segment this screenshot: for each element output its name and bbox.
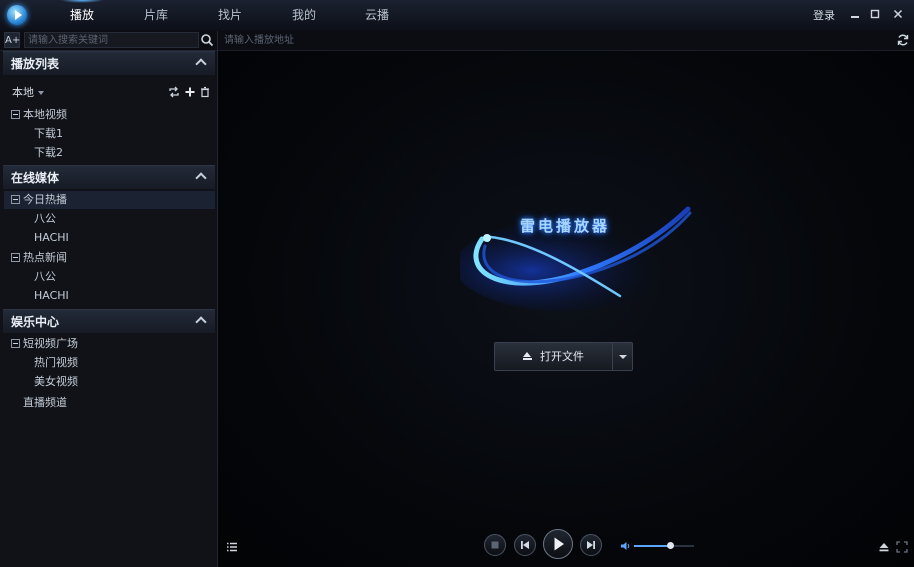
source-label: 本地: [12, 86, 34, 99]
tree-group-label: 短视频广场: [23, 337, 78, 350]
fullscreen-icon[interactable]: [896, 541, 908, 553]
volume-level: [634, 545, 670, 547]
list-item[interactable]: HACHI: [34, 287, 204, 305]
sidebar-search-bar: A+: [0, 31, 217, 51]
chevron-down-icon: [38, 91, 44, 95]
collapse-icon[interactable]: [11, 109, 20, 119]
source-dropdown[interactable]: 本地: [12, 84, 44, 102]
tree-group-label: 热点新闻: [23, 251, 67, 264]
video-area[interactable]: 雷电播放器 打开文件: [218, 51, 914, 567]
address-bar: [218, 31, 914, 51]
play-button[interactable]: [543, 529, 573, 559]
next-button[interactable]: [580, 534, 602, 556]
search-input[interactable]: [24, 32, 199, 48]
collapse-icon[interactable]: [11, 252, 20, 262]
tab-library[interactable]: 片库: [126, 0, 186, 31]
close-icon[interactable]: [891, 6, 905, 24]
title-bar: 播放 片库 找片 我的 云播 登录: [0, 0, 914, 32]
eject-icon[interactable]: [878, 541, 890, 553]
open-file-button-group: 打开文件: [494, 342, 633, 371]
previous-button[interactable]: [514, 534, 536, 556]
playlist-toggle-icon[interactable]: [226, 541, 238, 553]
play-icon: [554, 537, 564, 551]
font-size-button[interactable]: A+: [4, 32, 20, 48]
collapse-icon[interactable]: [11, 194, 20, 204]
brand-title: 雷电播放器: [520, 217, 611, 235]
minimize-icon[interactable]: [848, 6, 862, 24]
open-file-label: 打开文件: [540, 350, 584, 363]
chevron-up-icon[interactable]: [195, 316, 207, 328]
section-title: 娱乐中心: [11, 315, 60, 329]
tree-group-local-video[interactable]: 本地视频: [11, 106, 211, 124]
section-header-playlist[interactable]: 播放列表: [3, 51, 215, 75]
tab-find[interactable]: 找片: [200, 0, 260, 31]
stop-button[interactable]: [484, 534, 506, 556]
list-item[interactable]: 下载1: [34, 125, 204, 143]
list-item[interactable]: 下载2: [34, 144, 204, 162]
open-file-dropdown[interactable]: [612, 343, 633, 370]
stop-icon: [491, 541, 499, 549]
eject-icon: [523, 352, 532, 360]
tree-group-today-hot[interactable]: 今日热播: [4, 191, 215, 209]
login-button[interactable]: 登录: [806, 0, 842, 31]
tree-group-short-video[interactable]: 短视频广场: [11, 335, 211, 353]
next-icon: [587, 541, 595, 549]
section-title: 在线媒体: [11, 171, 60, 185]
list-item[interactable]: 八公: [34, 210, 204, 228]
tree-group-label: 本地视频: [23, 108, 67, 121]
previous-icon: [521, 541, 529, 549]
list-item[interactable]: 美女视频: [34, 373, 204, 391]
maximize-icon[interactable]: [868, 6, 882, 24]
tab-cloud[interactable]: 云播: [347, 0, 407, 31]
tab-play[interactable]: 播放: [52, 0, 112, 31]
refresh-icon[interactable]: [896, 33, 910, 47]
tree-group-label: 今日热播: [23, 193, 67, 206]
list-item[interactable]: 八公: [34, 268, 204, 286]
list-item-live-channel[interactable]: 直播频道: [23, 394, 203, 412]
loop-icon[interactable]: [168, 86, 180, 98]
open-file-button[interactable]: 打开文件: [495, 343, 612, 370]
trash-icon[interactable]: [199, 86, 211, 98]
list-item[interactable]: HACHI: [34, 229, 204, 247]
tab-mine[interactable]: 我的: [274, 0, 334, 31]
list-item[interactable]: 热门视频: [34, 354, 204, 372]
volume-slider[interactable]: [634, 542, 694, 549]
tree-group-hot-news[interactable]: 热点新闻: [11, 249, 211, 267]
section-title: 播放列表: [11, 57, 60, 71]
section-header-entertainment[interactable]: 娱乐中心: [3, 309, 215, 333]
section-header-online-media[interactable]: 在线媒体: [3, 165, 215, 189]
volume-icon[interactable]: [620, 540, 632, 552]
app-logo-icon: [7, 5, 27, 25]
search-icon[interactable]: [200, 33, 214, 47]
sidebar: A+ 播放列表 本地 本地视频 下载1 下载2 在线媒体 今日热播 八公 HAC…: [0, 31, 218, 567]
chevron-up-icon[interactable]: [195, 58, 207, 70]
chevron-up-icon[interactable]: [195, 172, 207, 184]
address-input[interactable]: [222, 33, 890, 48]
volume-handle[interactable]: [666, 542, 674, 549]
collapse-icon[interactable]: [11, 338, 20, 348]
add-icon[interactable]: [184, 86, 196, 98]
